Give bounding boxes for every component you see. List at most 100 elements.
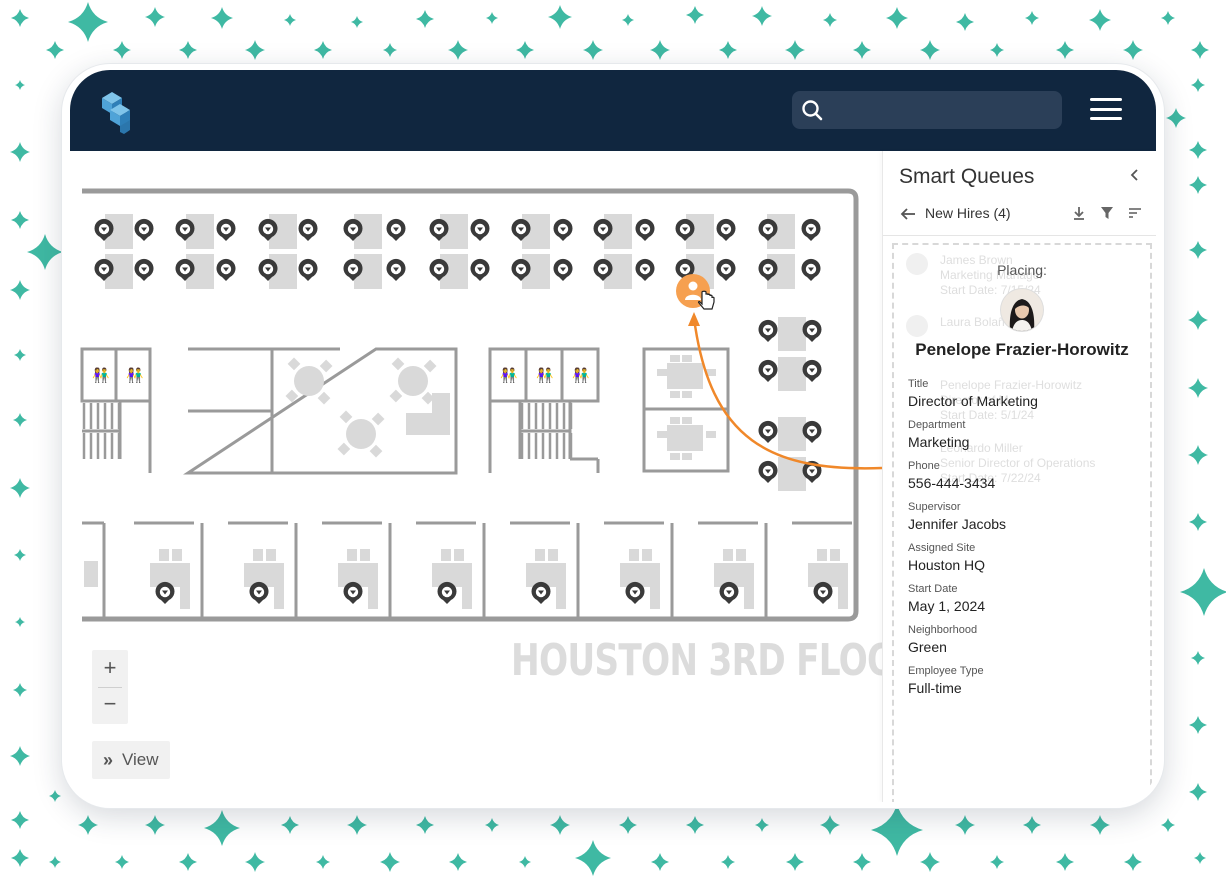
map-pin-icon[interactable] — [386, 258, 406, 281]
map-pin-icon[interactable] — [758, 359, 778, 382]
map-pin-icon[interactable] — [134, 218, 154, 241]
map-pin-icon[interactable] — [758, 319, 778, 342]
map-pin-icon[interactable] — [758, 460, 778, 483]
map-pin-icon[interactable] — [470, 218, 490, 241]
floor-plan[interactable]: 👫 👫 👫 👫 👫 — [70, 151, 882, 802]
chair-shape — [817, 549, 827, 561]
sparkle-icon — [1188, 310, 1208, 330]
map-pin-icon[interactable] — [801, 218, 821, 241]
field-label: Assigned Site — [908, 542, 976, 554]
map-pin-icon[interactable] — [716, 258, 736, 281]
stacked-cubes-logo-icon[interactable] — [98, 90, 134, 134]
map-pin-icon[interactable] — [758, 420, 778, 443]
chevron-left-icon[interactable] — [1127, 167, 1143, 183]
map-pin-icon[interactable] — [437, 581, 457, 604]
placing-label: Placing: — [997, 262, 1047, 278]
map-pin-icon[interactable] — [625, 581, 645, 604]
zoom-in-button[interactable]: + — [92, 650, 128, 686]
sparkle-icon — [485, 818, 499, 832]
sparkle-icon — [1025, 11, 1039, 25]
desk-shape — [536, 214, 550, 249]
filter-icon[interactable] — [1099, 205, 1115, 221]
sparkle-icon — [10, 746, 30, 766]
map-pin-icon[interactable] — [553, 218, 573, 241]
field-value: Marketing — [908, 434, 970, 450]
desk-shape — [618, 214, 632, 249]
restroom-icon: 👫 — [572, 367, 590, 384]
sparkle-icon — [1189, 141, 1207, 159]
placing-drop-zone[interactable]: James Brown Marketing Manager Start Date… — [892, 243, 1152, 802]
hamburger-menu-icon[interactable] — [1090, 98, 1122, 122]
map-pin-icon[interactable] — [813, 581, 833, 604]
sparkle-icon — [755, 818, 769, 832]
sparkle-icon — [575, 840, 611, 876]
map-pin-icon[interactable] — [216, 218, 236, 241]
top-bar — [70, 70, 1156, 151]
sparkle-icon — [351, 16, 363, 28]
sparkle-icon — [823, 13, 837, 27]
sparkle-icon — [786, 853, 804, 871]
sparkle-icon — [10, 280, 30, 300]
map-pin-icon[interactable] — [298, 258, 318, 281]
map-pin-icon[interactable] — [716, 218, 736, 241]
zoom-out-button[interactable]: − — [92, 686, 128, 722]
map-pin-icon[interactable] — [531, 581, 551, 604]
chair-shape — [339, 410, 353, 424]
desk-shape — [700, 254, 714, 289]
chair-shape — [159, 549, 169, 561]
sparkle-icon — [1056, 853, 1074, 871]
view-button-label: View — [122, 750, 159, 769]
sparkle-icon — [10, 142, 30, 162]
map-pin-icon[interactable] — [134, 258, 154, 281]
sparkle-icon — [1191, 78, 1205, 92]
map-pin-icon[interactable] — [249, 581, 269, 604]
desk-shape — [778, 457, 792, 491]
desk-shape — [368, 254, 382, 289]
sparkle-icon — [11, 9, 29, 27]
map-pin-icon[interactable] — [298, 218, 318, 241]
chair-shape — [706, 431, 716, 438]
sort-icon[interactable] — [1127, 205, 1143, 221]
map-pin-icon[interactable] — [470, 258, 490, 281]
sparkle-icon — [78, 815, 98, 835]
search-input[interactable] — [832, 91, 1056, 131]
sparkle-icon — [449, 853, 467, 871]
sparkle-icon — [316, 855, 330, 869]
zoom-divider — [98, 687, 122, 688]
chair-shape — [642, 549, 652, 561]
search-box[interactable] — [792, 91, 1062, 131]
sparkle-icon — [721, 855, 735, 869]
map-pin-icon[interactable] — [386, 218, 406, 241]
map-pin-icon[interactable] — [635, 258, 655, 281]
sparkle-icon — [11, 849, 29, 867]
map-pin-icon[interactable] — [635, 218, 655, 241]
map-pin-icon[interactable] — [801, 258, 821, 281]
chair-shape — [360, 549, 370, 561]
desk-shape — [368, 214, 382, 249]
chair-shape — [682, 453, 692, 460]
field-label: Phone — [908, 460, 940, 472]
field-value: Houston HQ — [908, 557, 986, 573]
arrow-left-icon[interactable] — [899, 205, 917, 223]
field-phone: Phone 556-444-3434 — [908, 460, 995, 491]
sparkle-icon — [1189, 176, 1207, 194]
map-pin-icon[interactable] — [343, 581, 363, 604]
field-value: May 1, 2024 — [908, 598, 986, 614]
map-pin-icon[interactable] — [216, 258, 236, 281]
floor-map[interactable]: 👫 👫 👫 👫 👫 HOUSTON 3RD FLOOR + − » View — [70, 151, 922, 802]
sparkle-icon — [871, 804, 923, 856]
map-pin-icon[interactable] — [155, 581, 175, 604]
sparkle-icon — [686, 6, 704, 24]
desk-shape — [778, 357, 792, 391]
queue-name[interactable]: New Hires (4) — [925, 205, 1011, 221]
map-pin-icon[interactable] — [719, 581, 739, 604]
download-icon[interactable] — [1071, 205, 1087, 221]
sparkle-icon — [115, 855, 129, 869]
chair-shape — [682, 391, 692, 398]
chair-shape — [629, 549, 639, 561]
sparkle-icon — [314, 41, 332, 59]
sparkle-icon — [519, 856, 531, 868]
map-pin-icon[interactable] — [553, 258, 573, 281]
view-button[interactable]: » View — [92, 741, 170, 779]
chair-shape — [347, 549, 357, 561]
